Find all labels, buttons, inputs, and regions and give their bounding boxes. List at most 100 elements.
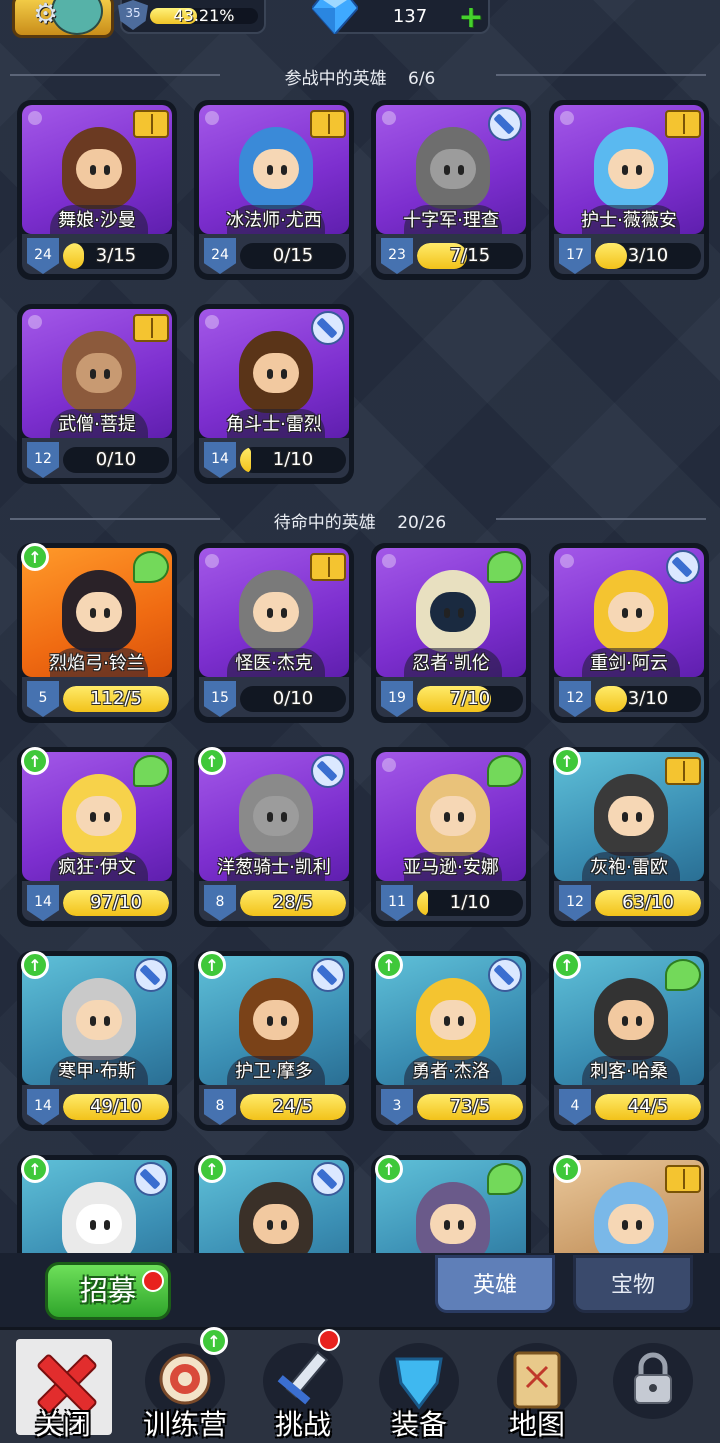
wing-icon	[133, 551, 169, 583]
hero-class-badge	[485, 549, 525, 585]
shard-progress-text: 3/10	[627, 688, 669, 709]
hero-name: 寒甲·布斯	[58, 1061, 136, 1082]
shard-progress-text: 73/5	[449, 1096, 491, 1117]
hero-eye	[90, 369, 96, 379]
sword-icon	[134, 958, 168, 992]
hero-card[interactable]: ↑ 洋葱骑士·凯利 8 28/5	[194, 747, 354, 927]
hero-card[interactable]: 十字军·理查 23 7/15	[371, 100, 531, 280]
hero-figure	[239, 127, 313, 209]
shard-progress-text: 1/10	[272, 449, 314, 470]
hero-class-badge	[131, 1161, 171, 1197]
hero-card[interactable]: ↑ 灰袍·雷欧 12 63/10	[549, 747, 709, 927]
section-count: 6/6	[408, 69, 436, 89]
hero-card[interactable]: 武僧·菩提 12 0/10	[17, 304, 177, 484]
hero-figure	[62, 127, 136, 209]
shard-progress-text: 1/10	[449, 892, 491, 913]
hero-figure	[416, 978, 490, 1060]
hero-class-badge	[663, 1161, 703, 1197]
sword-icon	[134, 1162, 168, 1196]
hero-card[interactable]: 忍者·凯伦 19 7/10	[371, 543, 531, 723]
hero-card[interactable]: ↑ 疯狂·伊文 14 97/10	[17, 747, 177, 927]
hero-class-badge	[308, 106, 348, 142]
top-bar: ⚙ 35 43.21% 137 +	[0, 0, 720, 44]
divider-right	[496, 518, 706, 520]
divider-right	[496, 74, 706, 76]
hero-figure	[594, 978, 668, 1060]
wing-icon	[487, 755, 523, 787]
hero-card[interactable]: 舞娘·沙曼 24 3/15	[17, 100, 177, 280]
wing-icon	[487, 1163, 523, 1195]
card-shine	[560, 111, 574, 125]
shard-progress-text: 49/10	[90, 1096, 142, 1117]
reserve-heroes-title: 待命中的英雄 20/26	[220, 508, 500, 533]
hero-level: 12	[566, 690, 584, 706]
hero-class-badge	[308, 753, 348, 789]
hero-face	[608, 796, 654, 836]
active-heroes-header: 参战中的英雄 6/6	[0, 60, 720, 90]
hero-card[interactable]: 重剑·阿云 12 3/10	[549, 543, 709, 723]
hero-face	[430, 1204, 476, 1244]
hero-card[interactable]: 怪医·杰克 15 0/10	[194, 543, 354, 723]
reserve-heroes-header: 待命中的英雄 20/26	[0, 504, 720, 534]
upgrade-arrow-icon: ↑	[375, 951, 403, 979]
nav-challenge[interactable]: 挑战	[248, 1329, 358, 1441]
hero-class-badge	[131, 753, 171, 789]
hero-eye	[267, 812, 273, 822]
hero-name: 灰袍·雷欧	[590, 857, 668, 878]
hero-card[interactable]: 亚马逊·安娜 11 1/10	[371, 747, 531, 927]
section-count: 20/26	[397, 513, 447, 533]
hero-face	[430, 796, 476, 836]
wing-icon	[133, 755, 169, 787]
hero-name: 疯狂·伊文	[58, 857, 136, 878]
hero-eye	[104, 369, 110, 379]
experience-percent: 43.21%	[173, 6, 235, 25]
hero-card[interactable]: 角斗士·雷烈 14 1/10	[194, 304, 354, 484]
nav-label: 挑战	[274, 1408, 331, 1441]
hero-card[interactable]: 冰法师·尤西 24 0/15	[194, 100, 354, 280]
book-icon	[133, 314, 169, 342]
hero-card[interactable]: ↑ 护卫·摩多 8 24/5	[194, 951, 354, 1131]
hero-eye	[444, 812, 450, 822]
hero-figure	[239, 331, 313, 413]
player-avatar[interactable]: ⚙	[12, 0, 114, 38]
shard-progress-text: 97/10	[90, 892, 142, 913]
hero-card[interactable]: ↑ 烈焰弓·铃兰 5 112/5	[17, 543, 177, 723]
sword-icon	[311, 311, 345, 345]
hero-face	[253, 353, 299, 393]
sword-icon	[311, 958, 345, 992]
hero-card[interactable]: ↑ 刺客·哈桑 4 44/5	[549, 951, 709, 1131]
hero-card[interactable]: ↑ 寒甲·布斯 14 49/10	[17, 951, 177, 1131]
hero-name: 勇者·杰洛	[412, 1061, 490, 1082]
nav-map[interactable]: 地图	[482, 1335, 592, 1441]
shard-progress-text: 112/5	[90, 688, 142, 709]
tab-treasure[interactable]: 宝物	[573, 1255, 693, 1313]
tab-heroes[interactable]: 英雄	[435, 1255, 555, 1313]
hero-face	[430, 592, 476, 632]
section-title: 待命中的英雄	[273, 513, 376, 533]
hero-eye	[458, 165, 464, 175]
hero-card[interactable]: 护士·薇薇安 17 3/10	[549, 100, 709, 280]
hero-eye	[267, 369, 273, 379]
add-gems-plus-icon[interactable]: +	[456, 3, 486, 34]
hero-level: 12	[34, 451, 52, 467]
hero-class-badge	[308, 957, 348, 993]
nav-locked[interactable]	[598, 1335, 708, 1439]
divider-left	[10, 518, 220, 520]
hero-face	[253, 1000, 299, 1040]
hero-eye	[267, 165, 273, 175]
settings-gear-icon[interactable]: ⚙	[33, 0, 58, 29]
hero-figure	[62, 774, 136, 856]
hero-face	[608, 1000, 654, 1040]
nav-close[interactable]: 关闭	[8, 1335, 118, 1441]
hero-face	[76, 796, 122, 836]
nav-equipment[interactable]: 装备	[364, 1335, 474, 1441]
hero-eye	[267, 608, 273, 618]
nav-training-camp[interactable]: ↑ 训练营	[130, 1327, 240, 1441]
hero-level: 19	[388, 690, 406, 706]
hero-card[interactable]: ↑ 勇者·杰洛 3 73/5	[371, 951, 531, 1131]
hero-class-badge	[485, 753, 525, 789]
hero-level: 15	[211, 690, 229, 706]
shard-progress-text: 3/15	[95, 245, 137, 266]
book-icon	[665, 757, 701, 785]
challenge-notification-dot	[318, 1329, 340, 1351]
